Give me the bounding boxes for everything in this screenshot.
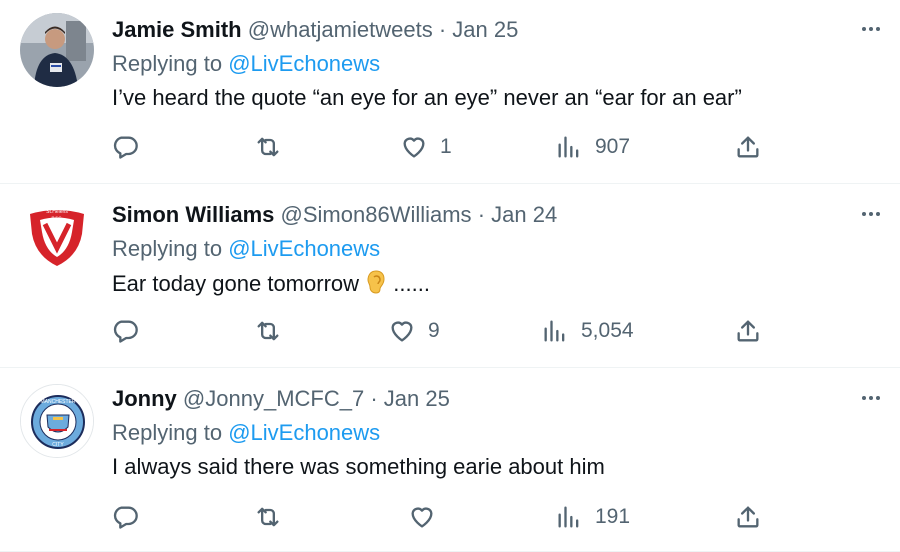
avatar[interactable] [20,13,94,87]
share-icon [737,506,759,528]
retweet-icon [257,507,279,527]
like-button[interactable] [408,503,448,531]
man-city-crest-icon: MANCHESTER CITY [21,385,93,457]
reply-context: Replying to @LivEchonews [112,50,380,78]
more-options-button[interactable] [856,199,886,229]
separator: · [477,202,486,227]
share-icon [737,320,759,342]
user-handle[interactable]: @whatjamietweets [248,17,433,42]
views-button[interactable]: 191 [555,503,630,531]
reply-context: Replying to @LivEchonews [112,235,380,263]
tweet-text: Ear today gone tomorrow [112,271,360,296]
tweet-text: I always said there was something earie … [112,454,605,479]
user-handle[interactable]: @Jonny_MCFC_7 [183,386,364,411]
tweet-text-suffix: ...... [393,271,430,296]
reply-button[interactable] [111,317,139,345]
user-handle[interactable]: @Simon86Williams [281,202,472,227]
replying-to-label: Replying to [112,236,223,261]
retweet-button[interactable] [254,133,282,161]
view-count: 191 [595,505,631,528]
reply-button[interactable] [111,133,139,161]
reply-tweet: Jamie Smith @whatjamietweets · Jan 25 Re… [0,0,900,184]
tweet-date[interactable]: Jan 25 [384,386,450,411]
like-count: 9 [428,319,440,342]
more-options-button[interactable] [856,383,886,413]
separator: · [370,386,378,411]
more-icon [862,396,880,400]
views-icon [558,506,579,528]
retweet-icon [257,137,279,157]
retweet-button[interactable] [254,317,282,345]
tweet-header: Jonny @Jonny_MCFC_7 · Jan 25 [112,385,450,413]
reply-icon [113,136,138,159]
avatar[interactable]: St.Helens R.F.C. [20,200,94,274]
heart-icon [411,507,433,528]
mention-link[interactable]: @LivEchonews [228,51,380,76]
views-icon [558,136,579,158]
reply-icon [113,506,138,529]
reply-context: Replying to @LivEchonews [112,419,380,447]
tweet-header: Jamie Smith @whatjamietweets · Jan 25 [112,16,518,44]
reply-icon [113,320,138,343]
like-button[interactable]: 9 [388,317,440,345]
st-helens-badge-icon: St.Helens R.F.C. [20,200,94,274]
avatar[interactable]: MANCHESTER CITY [20,384,94,458]
ear-emoji-icon [365,269,387,302]
tweet-date[interactable]: Jan 24 [491,202,557,227]
like-button[interactable]: 1 [400,133,452,161]
more-icon [862,27,880,31]
view-count: 907 [595,135,631,158]
retweet-button[interactable] [254,503,282,531]
more-options-button[interactable] [856,14,886,44]
views-button[interactable]: 907 [555,133,630,161]
like-count: 1 [440,135,452,158]
tweet-text: I’ve heard the quote “an eye for an eye”… [112,85,742,110]
crest-subtext: CITY [52,442,64,448]
reply-tweet: MANCHESTER CITY Jonny @Jonny_MCFC_7 · Ja… [0,368,900,552]
more-icon [862,212,880,216]
tweet-header: Simon Williams @Simon86Williams · Jan 24 [112,201,557,229]
retweet-icon [257,321,279,341]
display-name[interactable]: Jamie Smith [112,17,242,42]
reply-tweet: St.Helens R.F.C. Simon Williams @Simon86… [0,184,900,368]
mention-link[interactable]: @LivEchonews [228,420,380,445]
replying-to-label: Replying to [112,420,223,445]
tweet-text-line: Ear today gone tomorrow ...... [112,269,430,302]
share-button[interactable] [734,133,762,161]
heart-icon [403,137,425,158]
tweet-date[interactable]: Jan 25 [452,17,518,42]
heart-icon [391,321,413,342]
profile-photo [20,13,94,87]
share-icon [737,136,759,158]
share-button[interactable] [734,317,762,345]
display-name[interactable]: Simon Williams [112,202,274,227]
replying-to-label: Replying to [112,51,223,76]
share-button[interactable] [734,503,762,531]
display-name[interactable]: Jonny [112,386,177,411]
views-button[interactable]: 5,054 [541,317,634,345]
reply-button[interactable] [111,503,139,531]
separator: · [438,17,447,42]
views-icon [544,320,565,342]
badge-subtext: R.F.C. [51,215,62,220]
mention-link[interactable]: @LivEchonews [228,236,380,261]
view-count: 5,054 [581,319,634,342]
crest-text: MANCHESTER [40,399,75,405]
